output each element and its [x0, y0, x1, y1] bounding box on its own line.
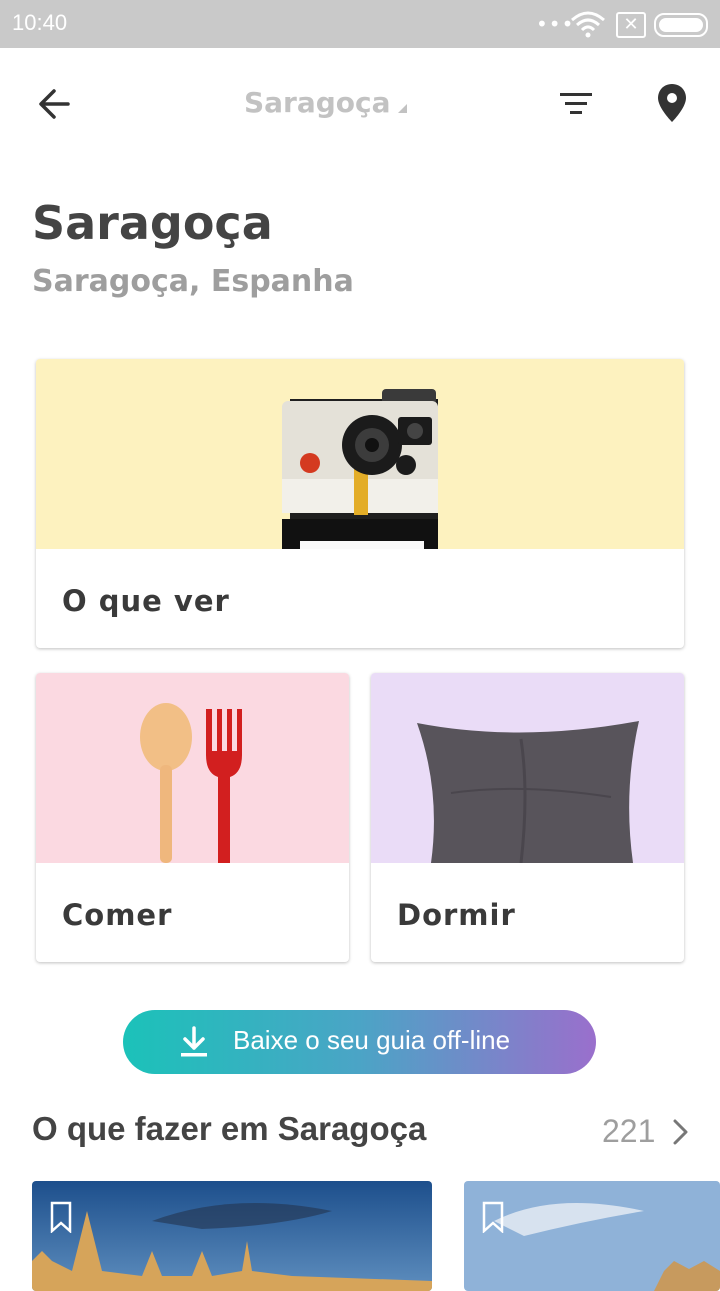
- battery-icon: [654, 13, 708, 37]
- location-selector[interactable]: Saragoça: [244, 86, 391, 119]
- camera-illustration: [36, 359, 684, 549]
- download-icon: [181, 1026, 207, 1057]
- category-card-see[interactable]: O que ver: [36, 359, 684, 648]
- activity-card[interactable]: [32, 1181, 432, 1291]
- status-time: 10:40: [12, 10, 68, 35]
- category-card-sleep[interactable]: Dormir: [371, 673, 684, 962]
- pillow-illustration: [371, 673, 684, 864]
- map-pin-icon[interactable]: [650, 80, 694, 128]
- category-label: Dormir: [397, 898, 516, 932]
- activity-image: [464, 1181, 720, 1291]
- filter-icon[interactable]: [554, 82, 598, 126]
- section-title: O que fazer em Saragoça: [32, 1110, 427, 1147]
- dropdown-caret-icon[interactable]: [398, 104, 407, 113]
- bookmark-icon[interactable]: [50, 1201, 72, 1233]
- chevron-right-icon[interactable]: [670, 1118, 692, 1146]
- cutlery-illustration: [36, 673, 349, 863]
- activity-card[interactable]: [464, 1181, 720, 1291]
- category-label: O que ver: [62, 584, 230, 618]
- page-subtitle: Saragoça, Espanha: [32, 264, 354, 299]
- download-guide-button[interactable]: Baixe o seu guia off-line: [123, 1010, 596, 1074]
- no-sim-icon: ✕: [616, 12, 646, 38]
- more-dots-icon: •••: [536, 12, 575, 36]
- bookmark-icon[interactable]: [482, 1201, 504, 1233]
- status-bar: [0, 0, 720, 48]
- section-count[interactable]: 221: [602, 1113, 655, 1150]
- activity-image: [32, 1181, 432, 1291]
- wifi-icon: [571, 11, 605, 38]
- category-label: Comer: [62, 898, 173, 932]
- download-label: Baixe o seu guia off-line: [233, 1025, 511, 1055]
- category-card-eat[interactable]: Comer: [36, 673, 349, 962]
- page-title: Saragoça: [32, 196, 273, 250]
- back-arrow-icon[interactable]: [30, 82, 82, 126]
